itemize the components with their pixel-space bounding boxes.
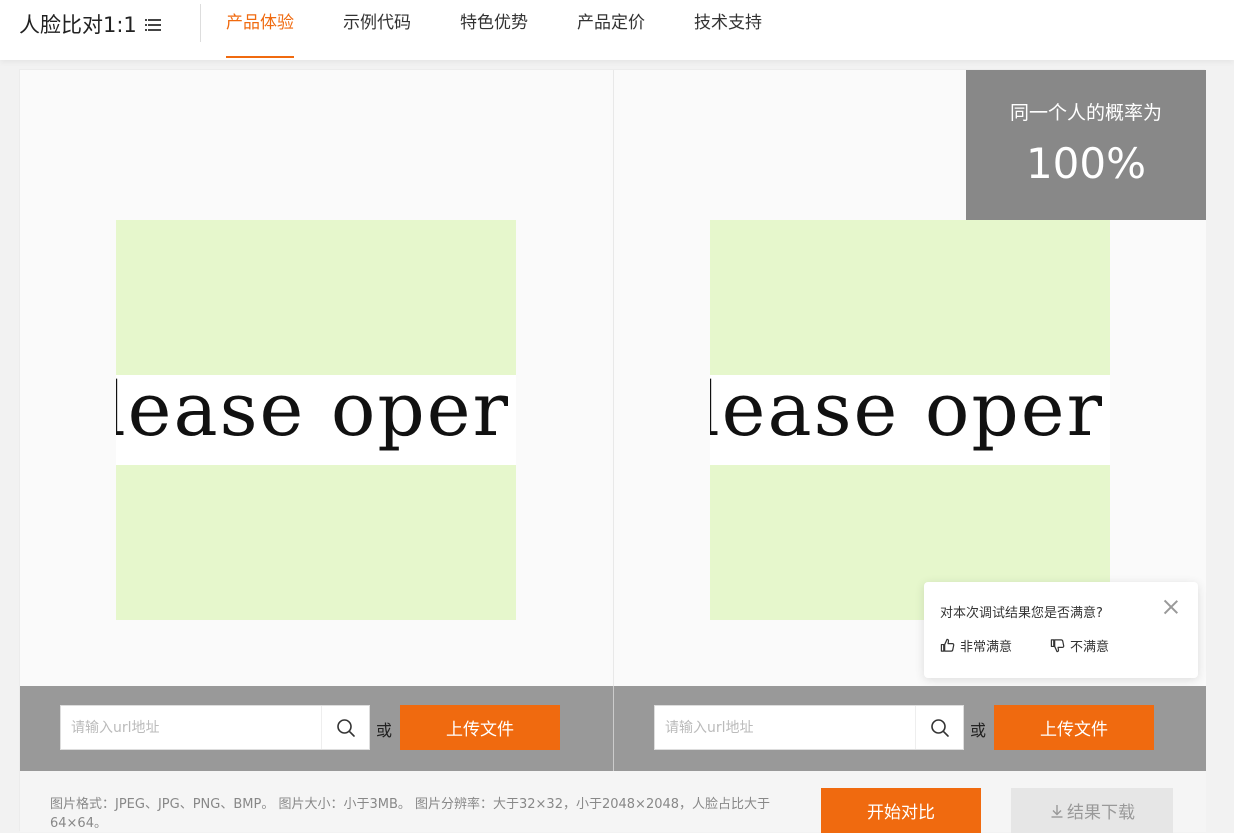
right-url-input[interactable] <box>655 706 917 749</box>
tab-product-experience[interactable]: 产品体验 <box>226 0 294 60</box>
right-or-text: 或 <box>970 721 987 740</box>
satisfied-label: 非常满意 <box>960 640 1013 655</box>
left-upload-bar: 或 上传文件 <box>20 686 613 771</box>
search-icon <box>336 718 355 737</box>
left-upload-button[interactable]: 上传文件 <box>400 705 560 750</box>
right-image-text: lease oper <box>710 375 1104 453</box>
right-search-button[interactable] <box>915 706 963 749</box>
right-upload-bar: 或 上传文件 <box>613 686 1206 771</box>
start-compare-button[interactable]: 开始对比 <box>821 788 981 833</box>
top-navigation: 人脸比对1:1 产品体验 示例代码 特色优势 产品定价 技术支持 <box>0 0 1234 60</box>
tab-tech-support[interactable]: 技术支持 <box>694 0 762 60</box>
tab-sample-code[interactable]: 示例代码 <box>343 0 411 60</box>
result-value: 100% <box>1025 139 1147 188</box>
left-face-image: lease oper <box>116 220 516 620</box>
right-face-image: lease oper <box>710 220 1110 620</box>
tab-pricing[interactable]: 产品定价 <box>577 0 645 60</box>
left-image-panel: lease oper <box>20 70 613 686</box>
thumbs-down-icon <box>1050 639 1065 653</box>
result-label: 同一个人的概率为 <box>1009 102 1162 124</box>
similarity-result: 同一个人的概率为 100% <box>966 70 1206 220</box>
feedback-question: 对本次调试结果您是否满意? <box>940 606 1103 621</box>
image-requirements-note: 图片格式：JPEG、JPG、PNG、BMP。 图片大小：小于3MB。 图片分辨率… <box>50 797 771 831</box>
close-icon[interactable] <box>1162 598 1180 616</box>
left-or-text: 或 <box>376 721 393 740</box>
feedback-popup: 对本次调试结果您是否满意? 非常满意 不满意 <box>924 582 1198 678</box>
left-url-input[interactable] <box>61 706 323 749</box>
left-search-button[interactable] <box>321 706 369 749</box>
right-url-box <box>654 705 964 750</box>
search-icon <box>930 718 949 737</box>
right-upload-button[interactable]: 上传文件 <box>994 705 1154 750</box>
left-image-text: lease oper <box>116 375 510 453</box>
left-url-box <box>60 705 370 750</box>
download-icon <box>1051 804 1063 818</box>
download-label: 结果下载 <box>1067 803 1135 823</box>
satisfied-button[interactable]: 非常满意 <box>940 636 1012 655</box>
thumbs-up-icon <box>940 638 955 652</box>
download-result-button[interactable]: 结果下载 <box>1011 788 1173 833</box>
unsatisfied-label: 不满意 <box>1070 640 1110 655</box>
brand: 人脸比对1:1 <box>19 10 161 38</box>
nav-tabs: 产品体验 示例代码 特色优势 产品定价 技术支持 <box>226 0 811 60</box>
tab-features[interactable]: 特色优势 <box>460 0 528 60</box>
nav-divider <box>200 4 201 42</box>
brand-title: 人脸比对1:1 <box>19 13 137 37</box>
action-footer: 图片格式：JPEG、JPG、PNG、BMP。 图片大小：小于3MB。 图片分辨率… <box>20 771 1206 833</box>
unsatisfied-button[interactable]: 不满意 <box>1050 636 1109 655</box>
compare-workspace: lease oper lease oper 同一个人的概率为 100% 对本次调… <box>19 69 1206 833</box>
list-menu-icon[interactable] <box>144 17 161 31</box>
